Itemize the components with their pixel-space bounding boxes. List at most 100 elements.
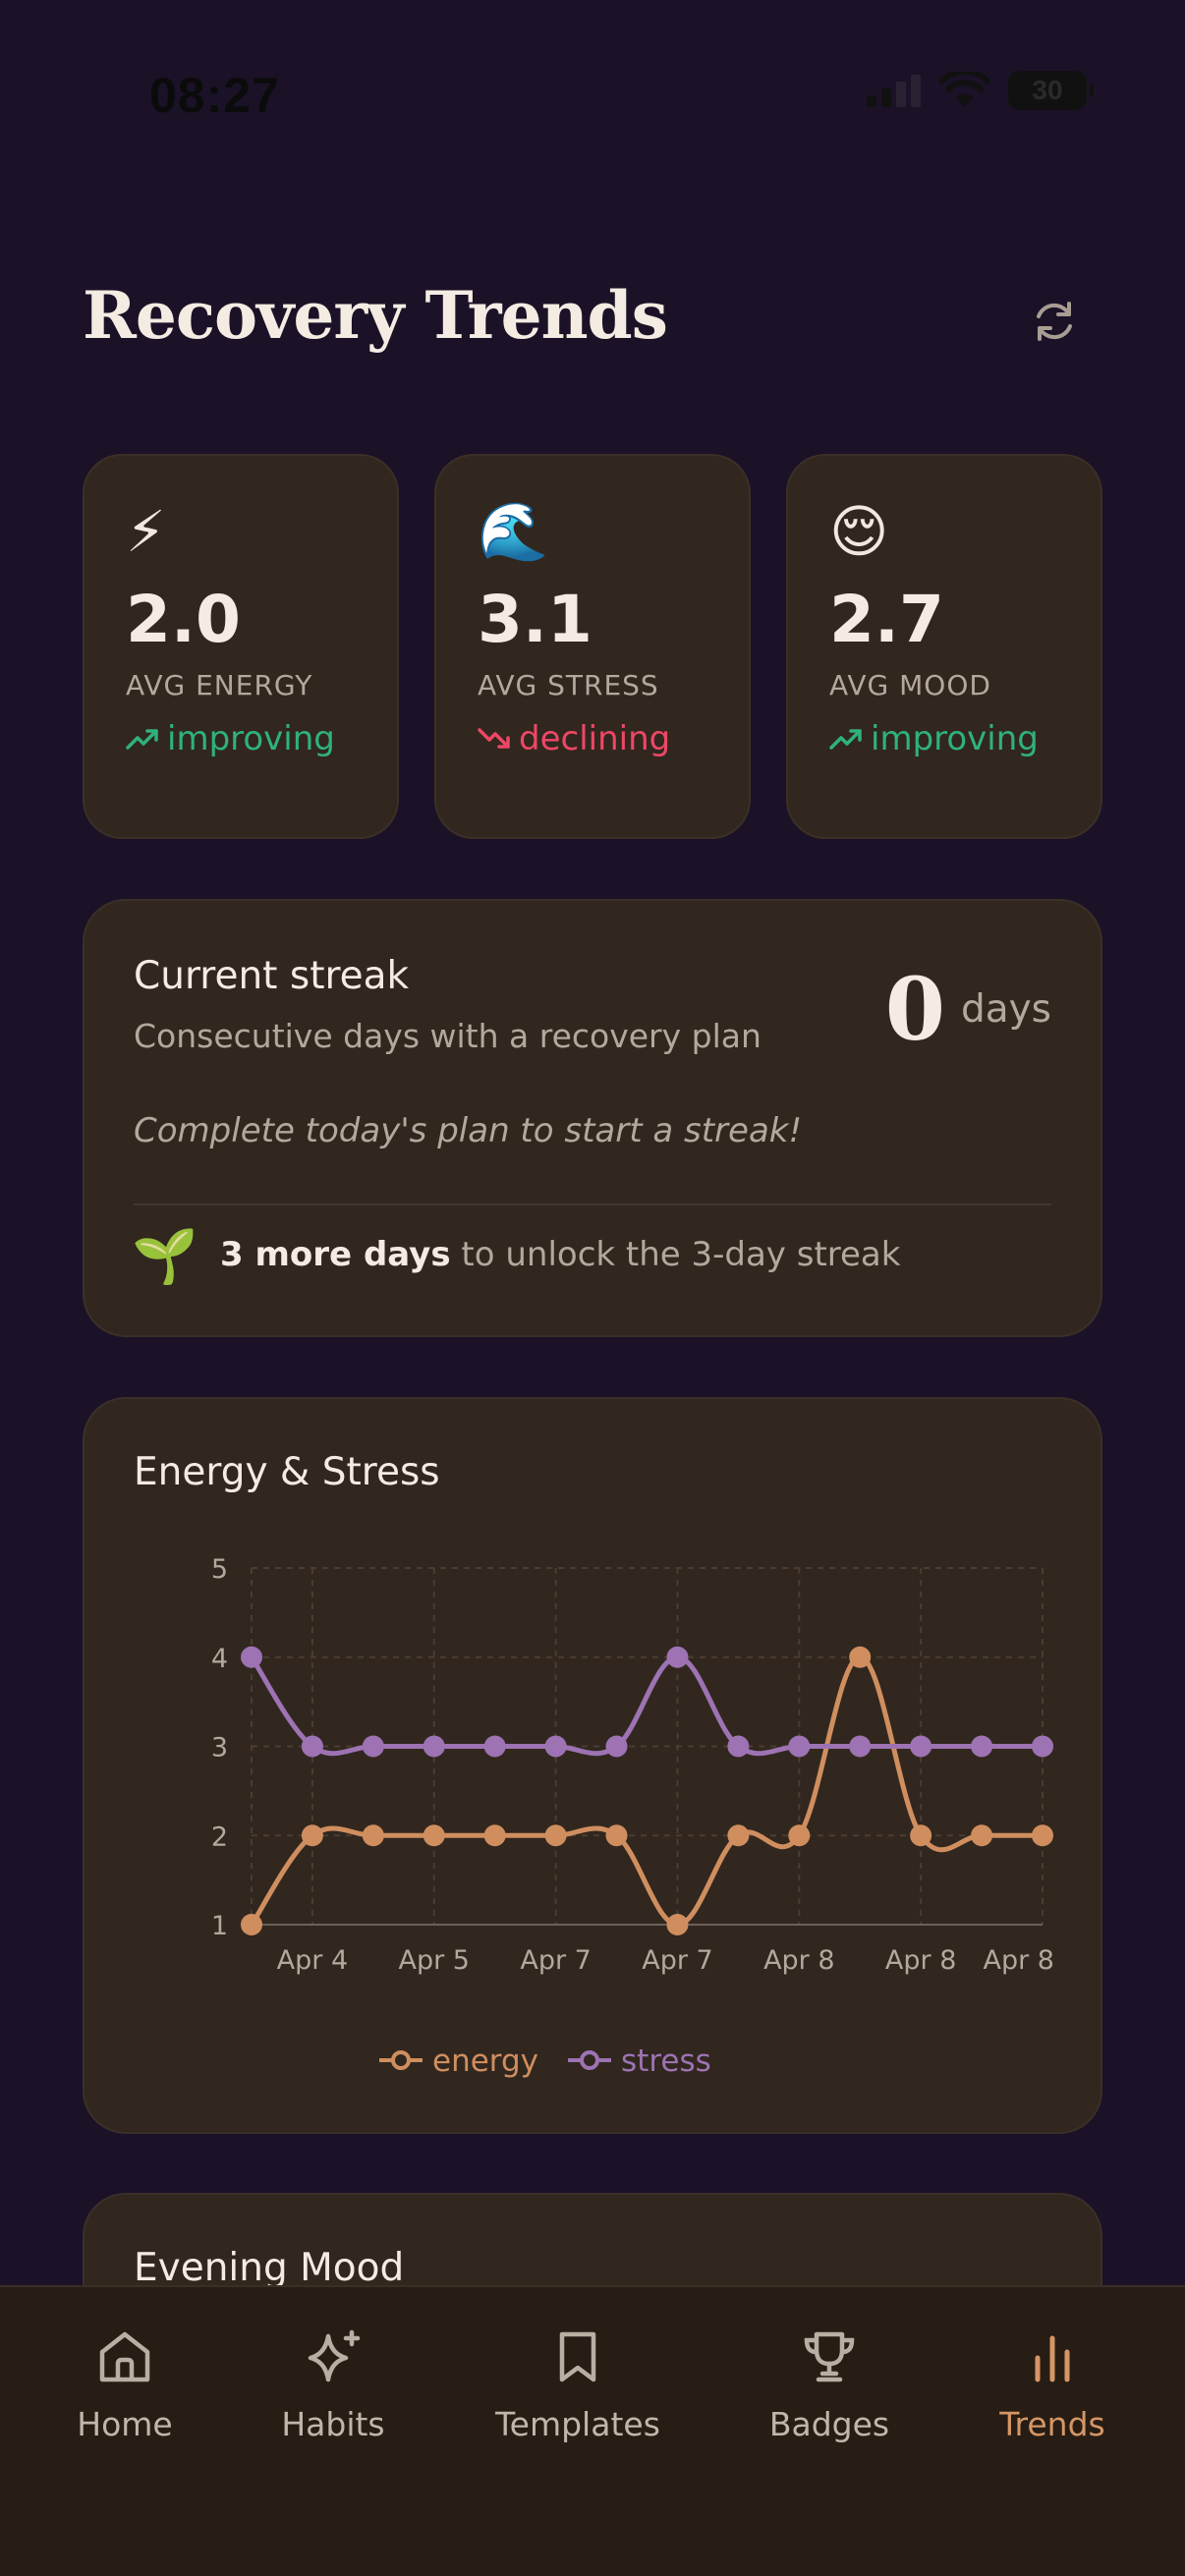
data-point-energy: [423, 1824, 445, 1847]
data-point-energy: [1032, 1824, 1053, 1847]
x-tick-label: Apr 8: [885, 1945, 956, 1976]
trending-up-icon: [126, 729, 158, 750]
streak-title: Current streak: [134, 954, 410, 998]
data-point-energy: [849, 1646, 872, 1668]
trending-up-icon: [829, 729, 862, 750]
stat-card-energy: ⚡ 2.0 AVG ENERGY improving: [83, 454, 399, 839]
bookmark-icon: [559, 2331, 596, 2382]
data-point-energy: [483, 1824, 506, 1847]
stat-label: AVG STRESS: [478, 669, 659, 701]
page-title: Recovery Trends: [83, 277, 668, 354]
status-icons: 30: [867, 71, 1094, 110]
stat-value: 2.0: [126, 582, 241, 657]
bar-chart-icon: [1035, 2335, 1070, 2382]
data-point-stress: [423, 1735, 445, 1758]
data-point-stress: [727, 1735, 750, 1758]
stat-trend: declining: [478, 719, 749, 758]
data-point-energy: [362, 1824, 384, 1847]
signal-icon: [867, 75, 921, 107]
trend-label: improving: [871, 719, 1039, 758]
energy-stress-chart: 1 2 3 4 5 Apr 4 Apr 5 Apr 7 Apr 7 Apr 8 Apr 8 Apr 8…: [211, 1554, 1054, 2079]
sparkle-icon: [308, 2329, 361, 2382]
data-point-energy: [727, 1824, 750, 1847]
nav-label: Templates: [495, 2405, 660, 2443]
y-tick-label: 2: [211, 1821, 228, 1852]
y-tick-label: 1: [211, 1911, 228, 1941]
stat-label: AVG ENERGY: [126, 669, 313, 701]
data-point-stress: [1032, 1735, 1053, 1758]
stat-value: 2.7: [829, 582, 944, 657]
trend-label: declining: [519, 719, 671, 758]
wifi-icon: [939, 72, 990, 107]
streak-hint: Complete today's plan to start a streak!: [134, 1111, 803, 1150]
stat-value: 3.1: [478, 582, 592, 657]
seedling-icon: 🌱: [132, 1225, 198, 1287]
wave-icon: 🌊: [478, 498, 549, 565]
status-time: 08:27: [149, 68, 280, 123]
nav-label: Home: [77, 2405, 173, 2443]
data-point-stress: [666, 1646, 689, 1668]
streak-goal-bold: 3 more days: [220, 1235, 451, 1274]
data-point-stress: [605, 1735, 628, 1758]
data-point-energy: [605, 1824, 628, 1847]
stat-label: AVG MOOD: [829, 669, 991, 701]
data-point-energy: [666, 1914, 689, 1935]
data-point-stress: [301, 1735, 323, 1758]
nav-label: Badges: [768, 2405, 890, 2443]
legend-marker-stress: [580, 2050, 600, 2070]
nav-label: Habits: [281, 2405, 385, 2443]
nav-item-trends[interactable]: Trends: [987, 2326, 1118, 2443]
data-point-energy: [301, 1824, 323, 1847]
x-tick-label: Apr 5: [399, 1945, 470, 1976]
data-point-energy: [971, 1824, 993, 1847]
streak-unit: days: [960, 987, 1051, 1032]
data-point-energy: [544, 1824, 567, 1847]
energy-stress-card: Energy & Stress 1 2 3 4 5 Apr 4 Apr 5 Apr 7 Apr …: [83, 1397, 1102, 2134]
y-tick-label: 3: [211, 1733, 228, 1764]
relieved-face-icon: 😌: [829, 498, 889, 565]
data-point-energy: [910, 1824, 932, 1847]
mood-title: Evening Mood: [134, 2246, 405, 2290]
stat-trend: improving: [829, 719, 1100, 758]
y-tick-label: 5: [211, 1554, 228, 1585]
trophy-icon: [804, 2331, 855, 2382]
bottom-nav: Home Habits Templates Badges Trends: [0, 2285, 1185, 2576]
data-point-stress: [483, 1735, 506, 1758]
trending-down-icon: [478, 728, 510, 749]
nav-label: Trends: [999, 2405, 1105, 2443]
data-point-stress: [241, 1646, 262, 1668]
nav-item-home[interactable]: Home: [59, 2326, 191, 2443]
divider: [134, 1204, 1051, 1205]
y-tick-label: 4: [211, 1644, 228, 1674]
nav-item-templates[interactable]: Templates: [489, 2326, 666, 2443]
stat-card-mood: 😌 2.7 AVG MOOD improving: [786, 454, 1102, 839]
data-point-stress: [544, 1735, 567, 1758]
streak-subtitle: Consecutive days with a recovery plan: [134, 1017, 762, 1055]
lightning-icon: ⚡: [126, 498, 166, 565]
recovery-trends-screen: 08:27 30 Recovery Trends ⚡ 2.0 AVG ENERG…: [0, 0, 1185, 2576]
data-point-stress: [910, 1735, 932, 1758]
legend-marker-energy: [391, 2050, 411, 2070]
data-point-stress: [788, 1735, 811, 1758]
data-point-energy: [788, 1824, 811, 1847]
nav-item-habits[interactable]: Habits: [267, 2326, 399, 2443]
x-tick-label: Apr 7: [642, 1945, 712, 1976]
x-tick-label: Apr 8: [984, 1945, 1054, 1976]
data-point-stress: [362, 1735, 384, 1758]
x-tick-label: Apr 4: [277, 1945, 348, 1976]
refresh-icon[interactable]: [1030, 297, 1079, 346]
data-point-energy: [241, 1914, 262, 1935]
nav-item-badges[interactable]: Badges: [761, 2326, 898, 2443]
streak-goal: 3 more days to unlock the 3-day streak: [220, 1235, 900, 1274]
x-tick-label: Apr 7: [520, 1945, 591, 1976]
home-icon: [99, 2331, 150, 2382]
x-tick-label: Apr 8: [763, 1945, 834, 1976]
battery-icon: 30: [1008, 71, 1094, 110]
stat-card-stress: 🌊 3.1 AVG STRESS declining: [434, 454, 751, 839]
streak-count: 0: [884, 958, 945, 1060]
legend-label-energy: energy: [432, 2044, 538, 2079]
streak-goal-rest: to unlock the 3-day streak: [450, 1235, 901, 1274]
data-point-stress: [971, 1735, 993, 1758]
data-point-stress: [849, 1735, 872, 1758]
legend-label-stress: stress: [621, 2044, 711, 2079]
